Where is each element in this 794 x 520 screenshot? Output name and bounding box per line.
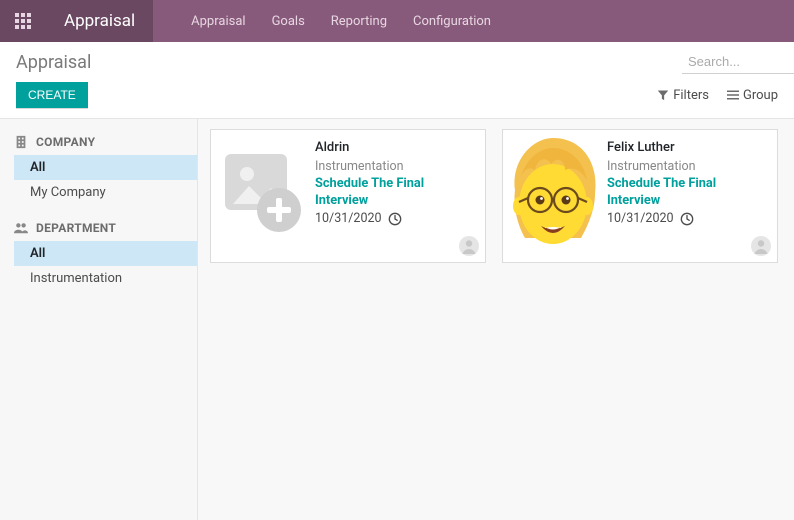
kanban-card[interactable]: Felix Luther Instrumentation Schedule Th… xyxy=(502,129,778,263)
card-image xyxy=(503,130,603,262)
sidebar-item-instrumentation[interactable]: Instrumentation xyxy=(14,266,197,291)
groupby-button[interactable]: Group xyxy=(727,88,778,103)
card-action-link[interactable]: Schedule The Final Interview xyxy=(315,176,477,209)
sidebar-group-department: DEPARTMENT All Instrumentation xyxy=(0,215,197,291)
card-name: Aldrin xyxy=(315,140,477,155)
create-button[interactable]: CREATE xyxy=(16,82,88,108)
list-icon xyxy=(727,89,739,101)
kanban-card[interactable]: Aldrin Instrumentation Schedule The Fina… xyxy=(210,129,486,263)
card-date: 10/31/2020 xyxy=(607,211,674,226)
sidebar-group-company: COMPANY All My Company xyxy=(0,129,197,205)
filters-label: Filters xyxy=(673,88,709,103)
card-department: Instrumentation xyxy=(315,159,477,174)
nav-item-goals[interactable]: Goals xyxy=(272,14,305,29)
card-date-row: 10/31/2020 xyxy=(607,211,769,226)
sidebar-item-department-all[interactable]: All xyxy=(14,241,197,266)
avatar-placeholder-icon xyxy=(751,236,771,256)
filter-icon xyxy=(657,89,669,101)
nav-item-appraisal[interactable]: Appraisal xyxy=(191,14,245,29)
sidebar-item-my-company[interactable]: My Company xyxy=(14,180,197,205)
image-placeholder-icon xyxy=(211,130,311,246)
sidebar-header-company: COMPANY xyxy=(0,129,197,155)
nav-items: Appraisal Goals Reporting Configuration xyxy=(153,0,491,42)
filters-button[interactable]: Filters xyxy=(657,88,709,103)
card-department: Instrumentation xyxy=(607,159,769,174)
search-input[interactable] xyxy=(682,50,794,74)
sidebar-item-company-all[interactable]: All xyxy=(14,155,197,180)
sidebar-header-label: COMPANY xyxy=(36,135,95,149)
card-name: Felix Luther xyxy=(607,140,769,155)
card-date: 10/31/2020 xyxy=(315,211,382,226)
right-controls: Filters Group xyxy=(657,88,778,103)
person-avatar-icon xyxy=(503,130,603,262)
card-image xyxy=(211,130,311,262)
clock-icon[interactable] xyxy=(388,212,402,226)
nav-item-reporting[interactable]: Reporting xyxy=(331,14,387,29)
kanban-area: Aldrin Instrumentation Schedule The Fina… xyxy=(198,119,794,520)
top-navbar: Appraisal Appraisal Goals Reporting Conf… xyxy=(0,0,794,42)
sidebar-header-department: DEPARTMENT xyxy=(0,215,197,241)
app-title[interactable]: Appraisal xyxy=(46,0,153,42)
breadcrumb: Appraisal xyxy=(16,52,91,73)
sidebar-header-label: DEPARTMENT xyxy=(36,221,116,235)
nav-item-configuration[interactable]: Configuration xyxy=(413,14,491,29)
apps-grid-icon xyxy=(15,13,31,29)
sidebar: COMPANY All My Company DEPARTMENT All In… xyxy=(0,119,198,520)
avatar-placeholder-icon xyxy=(459,236,479,256)
main-area: COMPANY All My Company DEPARTMENT All In… xyxy=(0,119,794,520)
card-date-row: 10/31/2020 xyxy=(315,211,477,226)
control-panel: Appraisal CREATE Filters Group xyxy=(0,42,794,119)
groupby-label: Group xyxy=(743,88,778,103)
search-wrap xyxy=(682,50,794,74)
card-action-link[interactable]: Schedule The Final Interview xyxy=(607,176,769,209)
apps-button[interactable] xyxy=(0,0,46,42)
clock-icon[interactable] xyxy=(680,212,694,226)
users-icon xyxy=(14,221,28,235)
building-icon xyxy=(14,135,28,149)
